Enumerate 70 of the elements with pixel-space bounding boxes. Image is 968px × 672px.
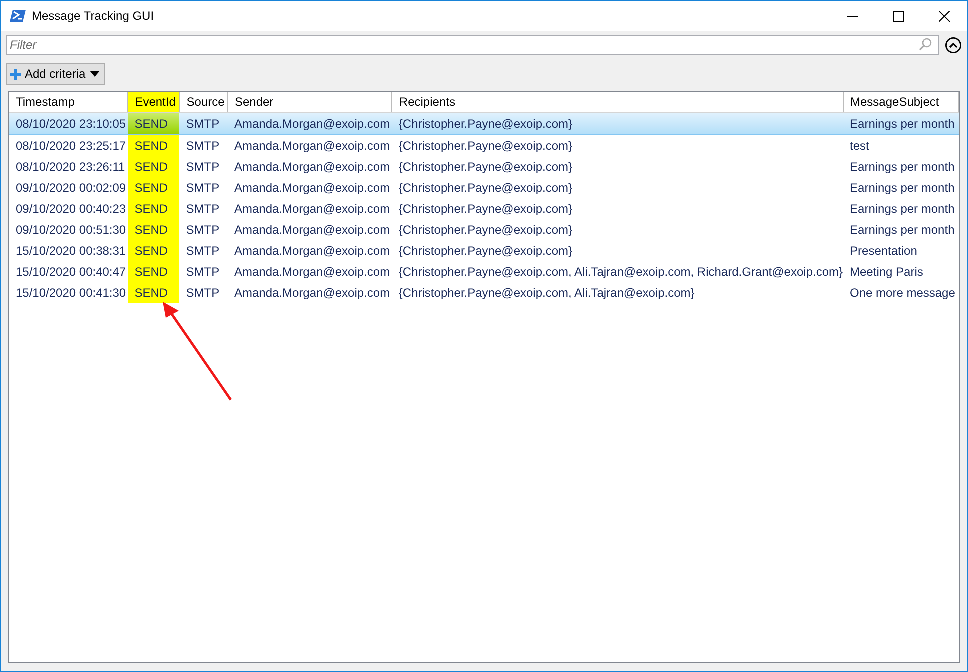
column-header[interactable]: Timestamp	[9, 92, 128, 112]
table-cell-text: 09/10/2020 00:40:23	[15, 200, 128, 218]
table-cell: SMTP	[179, 134, 228, 156]
table-cell-text: Amanda.Morgan@exoip.com	[233, 284, 392, 302]
table-cell-text: 09/10/2020 00:02:09	[15, 180, 128, 196]
table-cell-text: SMTP	[185, 242, 221, 260]
table-cell-text: 15/10/2020 00:41:30	[15, 284, 128, 302]
column-header[interactable]: Sender	[227, 92, 392, 112]
table-cell-text: Amanda.Morgan@exoip.com	[233, 180, 392, 196]
table-cell-text: {Christopher.Payne@exoip.com}	[398, 222, 574, 238]
table-cell-text: {Christopher.Payne@exoip.com}	[398, 158, 574, 176]
table-cell-text: SMTP	[185, 264, 221, 280]
table-cell: SEND	[128, 177, 180, 198]
window-title: Message Tracking GUI	[32, 9, 154, 23]
table-cell-text: One more message	[849, 284, 956, 302]
table-cell-text: Earnings per month	[849, 158, 956, 176]
table-cell-text: Amanda.Morgan@exoip.com	[233, 242, 392, 260]
dropdown-caret-icon	[90, 71, 100, 77]
table-cell-text: 15/10/2020 00:38:31	[15, 242, 128, 260]
table-cell: SEND	[128, 134, 180, 156]
table-cell-text: Amanda.Morgan@exoip.com	[233, 264, 392, 280]
table-cell-text: 15/10/2020 00:40:47	[15, 264, 128, 280]
table-cell: SEND	[128, 282, 180, 303]
table-cell-text: Amanda.Morgan@exoip.com	[233, 200, 392, 218]
table-cell: 08/10/2020 23:10:05	[9, 112, 128, 134]
table-cell-text: SMTP	[185, 180, 221, 196]
table-cell: Amanda.Morgan@exoip.com	[227, 112, 392, 134]
table-cell-text: SMTP	[185, 158, 221, 176]
table-cell-text: Amanda.Morgan@exoip.com	[233, 222, 392, 238]
table-cell-text: {Christopher.Payne@exoip.com}	[398, 242, 574, 260]
table-cell-text: SMTP	[185, 284, 221, 302]
column-header[interactable]: EventId	[128, 92, 180, 112]
table-cell-text: {Christopher.Payne@exoip.com}	[398, 200, 574, 218]
table-cell: SMTP	[179, 112, 228, 134]
search-icon	[919, 38, 932, 51]
table-cell: SEND	[128, 219, 180, 240]
table-cell: Earnings per month	[843, 112, 958, 134]
table-cell-text: Amanda.Morgan@exoip.com	[233, 158, 392, 176]
table-cell: SEND	[128, 112, 180, 134]
table-cell-text: SMTP	[185, 222, 221, 238]
table-cell-text: SMTP	[185, 200, 221, 218]
table-cell-text: 08/10/2020 23:26:11	[15, 158, 126, 176]
table-cell: SEND	[128, 198, 180, 219]
add-criteria-button[interactable]: Add criteria	[6, 63, 105, 85]
table-cell-text: {Christopher.Payne@exoip.com}	[398, 180, 574, 196]
filter-field[interactable]: Filter	[6, 35, 939, 55]
powershell-icon	[10, 9, 26, 23]
close-icon	[938, 10, 950, 22]
table-cell: {Christopher.Payne@exoip.com}	[392, 112, 844, 134]
table-cell: test	[843, 134, 958, 156]
table-cell-text: Earnings per month	[849, 200, 956, 218]
table-cell-text: {Christopher.Payne@exoip.com, Ali.Tajran@exoip.com}	[398, 284, 696, 302]
table-cell-text: 09/10/2020 00:51:30	[15, 222, 128, 238]
table-cell: SEND	[128, 240, 180, 261]
table-cell: {Christopher.Payne@exoip.com}	[392, 134, 844, 156]
table-cell: SEND	[128, 261, 180, 282]
collapse-icon[interactable]	[945, 36, 962, 54]
table-cell-text: Presentation	[849, 242, 918, 260]
table-cell-text: Earnings per month	[849, 222, 956, 238]
table-cell: SEND	[128, 156, 180, 177]
column-header[interactable]: MessageSubject	[843, 92, 958, 112]
table-cell: 08/10/2020 23:25:17	[9, 134, 128, 156]
table-cell: Amanda.Morgan@exoip.com	[227, 134, 392, 156]
plus-icon	[10, 68, 21, 80]
column-header[interactable]: Recipients	[392, 92, 844, 112]
table-cell-text: {Christopher.Payne@exoip.com, Ali.Tajran@exoip.com, Richard.Grant@exoip.com}	[398, 264, 844, 280]
column-header[interactable]: Source	[179, 92, 228, 112]
maximize-icon	[892, 10, 904, 22]
table-cell: Meeting Paris	[843, 261, 958, 282]
table-cell-text: Earnings per month	[849, 180, 956, 196]
